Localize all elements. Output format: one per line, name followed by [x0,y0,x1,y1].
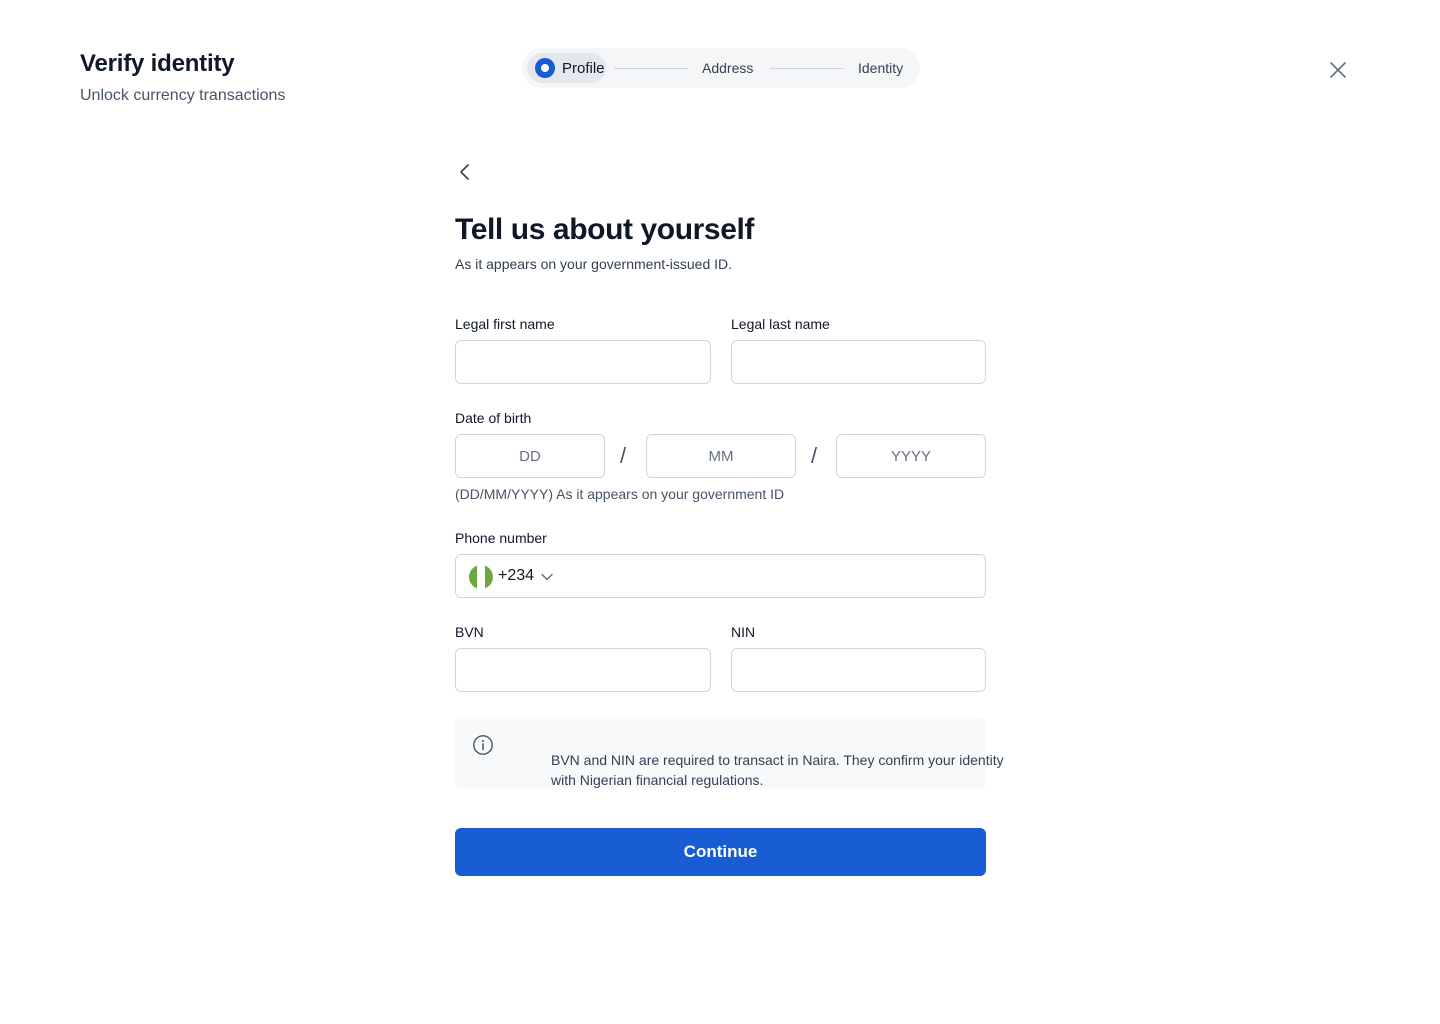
dob-year-input[interactable] [836,434,986,478]
bvn-input[interactable] [455,648,711,692]
phone-label: Phone number [455,530,547,546]
nigeria-flag-icon[interactable] [469,565,493,589]
info-icon [472,734,494,756]
step-identity[interactable]: Identity [858,60,903,76]
dob-month-input[interactable] [646,434,796,478]
nin-label: NIN [731,624,756,640]
progress-stepper: Profile Address Identity [522,48,920,88]
dob-hint: (DD/MM/YYYY) As it appears on your gover… [455,486,785,502]
info-text: BVN and NIN are required to transact in … [551,752,1004,788]
country-code[interactable]: +234 [498,567,534,585]
back-arrow-icon[interactable] [454,161,476,183]
last-name-label: Legal last name [731,316,830,332]
chevron-down-icon[interactable] [540,570,554,584]
last-name-input[interactable] [731,340,986,384]
nin-input[interactable] [731,648,986,692]
dob-day-input[interactable] [455,434,605,478]
step-profile-label: Profile [562,60,605,77]
page-subtitle: Unlock currency transactions [80,87,286,104]
step-address[interactable]: Address [702,60,753,76]
page-title: Verify identity [80,50,235,77]
active-step-icon [535,58,555,78]
continue-button[interactable]: Continue [455,828,986,876]
first-name-label: Legal first name [455,316,555,332]
dob-label: Date of birth [455,410,532,426]
phone-input[interactable]: +234 [455,554,986,598]
info-notice: BVN and NIN are required to transact in … [455,717,1004,788]
first-name-input[interactable] [455,340,711,384]
step-connector [770,68,844,69]
form-title: Tell us about yourself [455,213,755,246]
dob-separator: / [811,443,818,468]
step-profile[interactable]: Profile [527,53,606,83]
form-subtitle: As it appears on your government-issued … [455,256,733,272]
step-connector [614,68,688,69]
dob-separator: / [620,443,627,468]
close-icon[interactable] [1326,58,1350,82]
bvn-label: BVN [455,624,484,640]
